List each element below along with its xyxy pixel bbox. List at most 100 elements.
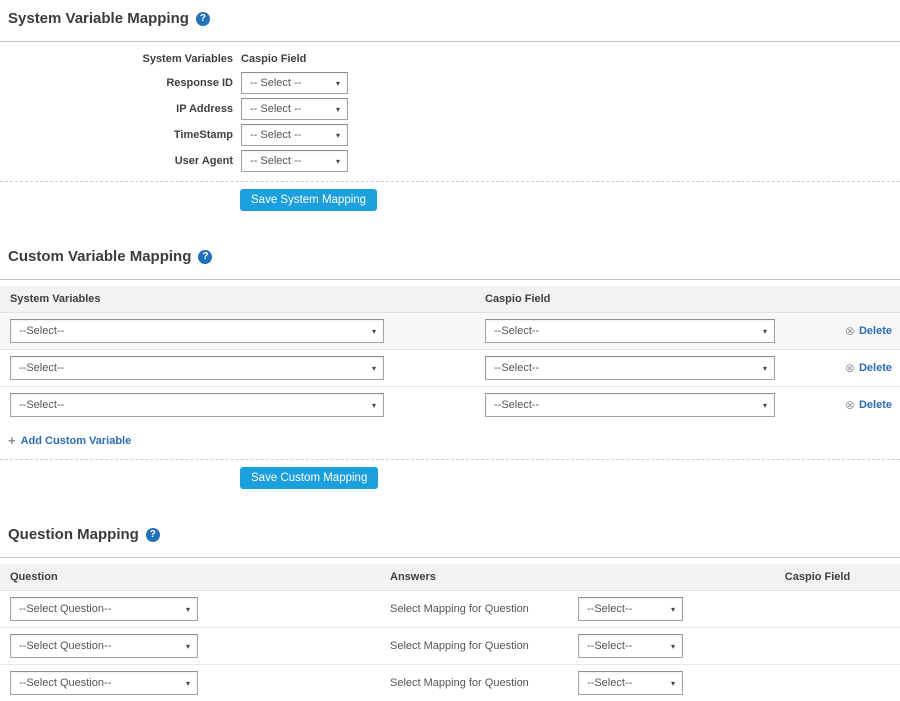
dashed-divider <box>0 459 900 460</box>
answers-mapping-label: Select Mapping for Question <box>390 640 578 652</box>
select-value: --Select-- <box>587 640 632 652</box>
plus-icon: + <box>8 433 16 448</box>
answers-mapping-select[interactable]: --Select-- ▾ <box>578 634 683 658</box>
system-mapping-title-text: System Variable Mapping <box>8 9 189 29</box>
table-row: --Select Question-- ▾ Select Mapping for… <box>0 591 900 628</box>
chevron-down-icon: ▾ <box>671 642 675 651</box>
select-value: --Select-- <box>494 362 539 374</box>
select-value: --Select Question-- <box>19 603 111 615</box>
custom-mapping-title: Custom Variable Mapping ? <box>8 238 900 267</box>
select-value: --Select Question-- <box>19 677 111 689</box>
column-header-answers: Answers <box>380 571 735 583</box>
select-value: --Select-- <box>494 325 539 337</box>
table-row: --Select Question-- ▾ Select Mapping for… <box>0 628 900 665</box>
circle-x-icon: ⊗ <box>845 362 855 374</box>
delete-row-link[interactable]: ⊗ Delete <box>845 399 892 411</box>
column-header-system-variables: System Variables <box>0 53 233 68</box>
circle-x-icon: ⊗ <box>845 325 855 337</box>
question-mapping-title: Question Mapping ? <box>8 516 900 545</box>
chevron-down-icon: ▾ <box>186 605 190 614</box>
row-label-user-agent: User Agent <box>0 155 233 167</box>
select-value: --Select-- <box>19 362 64 374</box>
delete-row-link[interactable]: ⊗ Delete <box>845 325 892 337</box>
question-select[interactable]: --Select Question-- ▾ <box>10 634 198 658</box>
answers-mapping-select[interactable]: --Select-- ▾ <box>578 671 683 695</box>
select-value: --Select-- <box>494 399 539 411</box>
column-header-question: Question <box>0 571 380 583</box>
select-value: -- Select -- <box>250 129 301 141</box>
question-select[interactable]: --Select Question-- ▾ <box>10 597 198 621</box>
help-icon[interactable]: ? <box>198 250 212 264</box>
delete-link-label: Delete <box>859 399 892 411</box>
table-row: --Select-- ▾ --Select-- ▾ ⊗ Delete <box>0 350 900 387</box>
chevron-down-icon: ▾ <box>186 679 190 688</box>
question-select[interactable]: --Select Question-- ▾ <box>10 671 198 695</box>
system-mapping-form: System Variables Caspio Field Response I… <box>0 53 900 172</box>
chevron-down-icon: ▾ <box>671 679 675 688</box>
caspio-field-select[interactable]: --Select-- ▾ <box>485 393 775 417</box>
column-header-caspio-field: Caspio Field <box>241 53 348 68</box>
dashed-divider <box>0 181 900 182</box>
add-custom-variable-link[interactable]: + Add Custom Variable <box>8 433 131 448</box>
chevron-down-icon: ▾ <box>372 364 376 373</box>
chevron-down-icon: ▾ <box>336 105 340 114</box>
question-mapping-table: Question Answers Caspio Field --Select Q… <box>0 564 900 701</box>
chevron-down-icon: ▾ <box>372 401 376 410</box>
table-row: --Select-- ▾ --Select-- ▾ ⊗ Delete <box>0 313 900 350</box>
circle-x-icon: ⊗ <box>845 399 855 411</box>
timestamp-caspio-field-select[interactable]: -- Select -- ▾ <box>241 124 348 146</box>
chevron-down-icon: ▾ <box>763 364 767 373</box>
caspio-field-select[interactable]: --Select-- ▾ <box>485 319 775 343</box>
caspio-field-select[interactable]: --Select-- ▾ <box>485 356 775 380</box>
help-icon[interactable]: ? <box>146 528 160 542</box>
select-value: -- Select -- <box>250 77 301 89</box>
select-value: -- Select -- <box>250 103 301 115</box>
delete-row-link[interactable]: ⊗ Delete <box>845 362 892 374</box>
select-value: -- Select -- <box>250 155 301 167</box>
section-divider <box>0 557 900 558</box>
row-label-ip-address: IP Address <box>0 103 233 115</box>
chevron-down-icon: ▾ <box>763 327 767 336</box>
save-custom-mapping-button[interactable]: Save Custom Mapping <box>240 467 378 489</box>
system-mapping-title: System Variable Mapping ? <box>8 0 900 29</box>
system-variable-select[interactable]: --Select-- ▾ <box>10 319 384 343</box>
user-agent-caspio-field-select[interactable]: -- Select -- ▾ <box>241 150 348 172</box>
chevron-down-icon: ▾ <box>336 157 340 166</box>
chevron-down-icon: ▾ <box>336 79 340 88</box>
response-id-caspio-field-select[interactable]: -- Select -- ▾ <box>241 72 348 94</box>
answers-mapping-label: Select Mapping for Question <box>390 603 578 615</box>
row-label-timestamp: TimeStamp <box>0 129 233 141</box>
table-row: --Select-- ▾ --Select-- ▾ ⊗ Delete <box>0 387 900 423</box>
ip-address-caspio-field-select[interactable]: -- Select -- ▾ <box>241 98 348 120</box>
add-custom-variable-label: Add Custom Variable <box>21 435 132 447</box>
column-header-system-variables: System Variables <box>0 293 475 305</box>
custom-mapping-table: System Variables Caspio Field --Select--… <box>0 286 900 423</box>
chevron-down-icon: ▾ <box>336 131 340 140</box>
select-value: --Select-- <box>587 677 632 689</box>
chevron-down-icon: ▾ <box>372 327 376 336</box>
select-value: --Select-- <box>19 399 64 411</box>
column-header-caspio-field: Caspio Field <box>475 293 830 305</box>
chevron-down-icon: ▾ <box>671 605 675 614</box>
select-value: --Select Question-- <box>19 640 111 652</box>
question-mapping-section: Question Mapping ? Question Answers Casp… <box>0 516 900 701</box>
system-variable-select[interactable]: --Select-- ▾ <box>10 393 384 417</box>
delete-link-label: Delete <box>859 325 892 337</box>
answers-mapping-label: Select Mapping for Question <box>390 677 578 689</box>
variable-mapping-page: System Variable Mapping ? System Variabl… <box>0 0 900 701</box>
row-label-response-id: Response ID <box>0 77 233 89</box>
chevron-down-icon: ▾ <box>186 642 190 651</box>
system-variable-mapping-section: System Variable Mapping ? System Variabl… <box>0 0 900 211</box>
custom-mapping-table-header: System Variables Caspio Field <box>0 286 900 313</box>
question-mapping-table-header: Question Answers Caspio Field <box>0 564 900 591</box>
save-system-mapping-button[interactable]: Save System Mapping <box>240 189 377 211</box>
delete-link-label: Delete <box>859 362 892 374</box>
custom-mapping-title-text: Custom Variable Mapping <box>8 247 191 267</box>
system-variable-select[interactable]: --Select-- ▾ <box>10 356 384 380</box>
section-divider <box>0 279 900 280</box>
answers-mapping-select[interactable]: --Select-- ▾ <box>578 597 683 621</box>
select-value: --Select-- <box>19 325 64 337</box>
help-icon[interactable]: ? <box>196 12 210 26</box>
custom-variable-mapping-section: Custom Variable Mapping ? System Variabl… <box>0 238 900 489</box>
question-mapping-title-text: Question Mapping <box>8 525 139 545</box>
